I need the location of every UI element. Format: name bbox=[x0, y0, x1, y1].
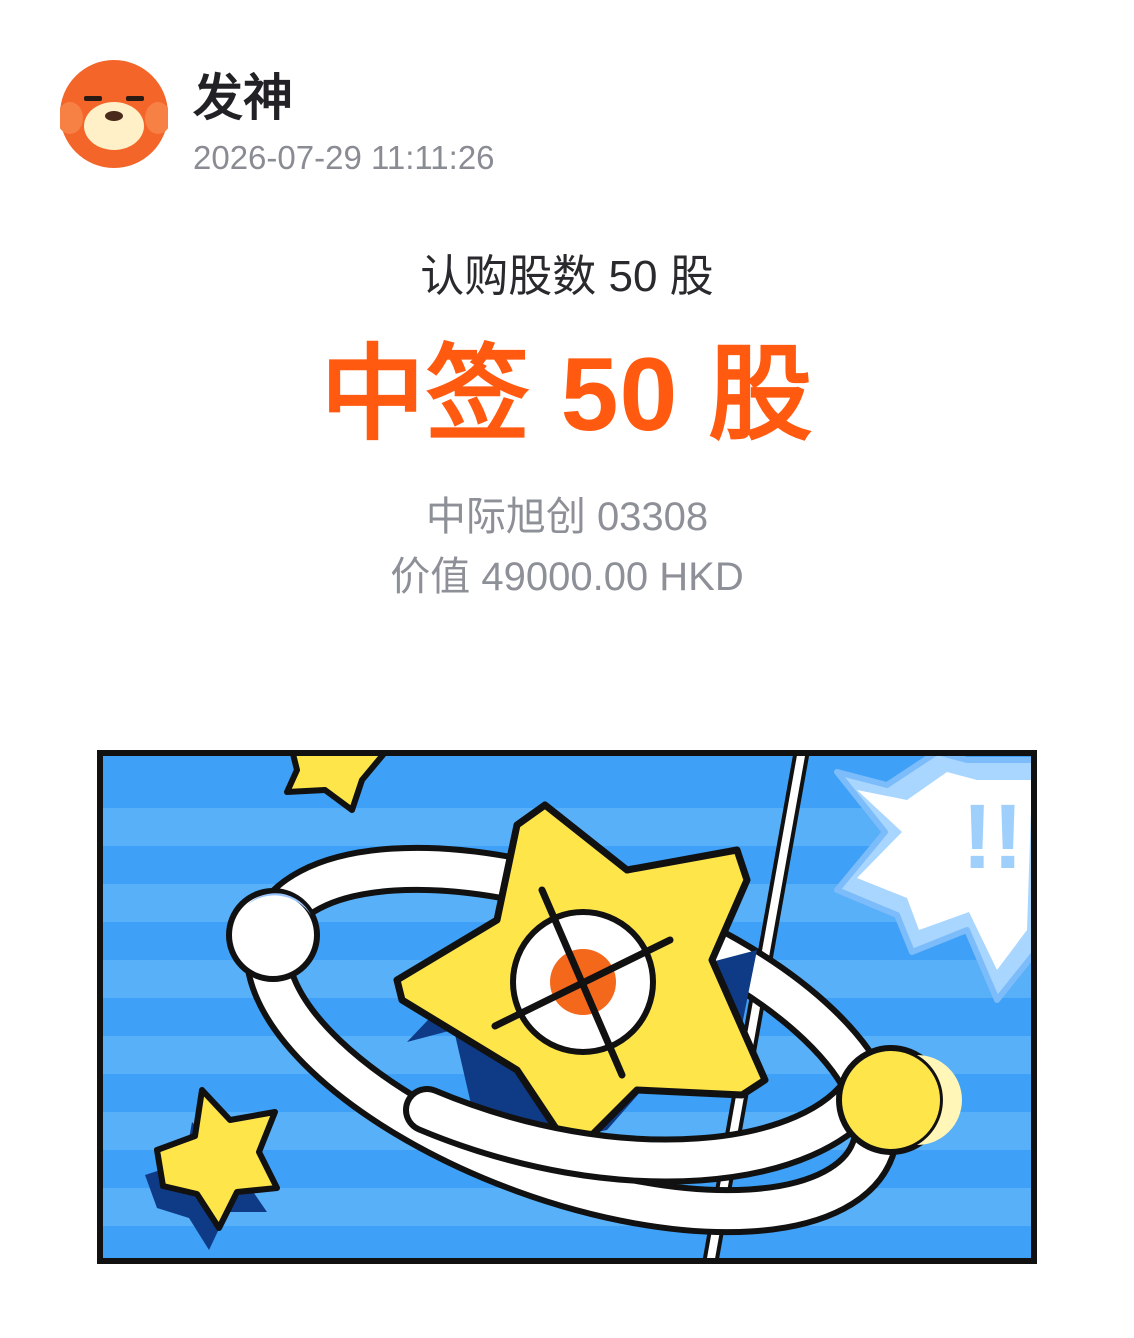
celebration-banner: !! bbox=[97, 750, 1037, 1264]
moon-left bbox=[226, 888, 320, 982]
subscribed-shares-text: 认购股数 50 股 bbox=[420, 252, 714, 301]
author-name[interactable]: 发神 bbox=[193, 64, 293, 132]
post-header: 发神 2026-07-29 11:11:26 bbox=[60, 60, 760, 176]
allotment-value: 价值 49000.00 HKD bbox=[390, 555, 744, 599]
star-planet-illustration: !! bbox=[97, 750, 1037, 1264]
user-avatar[interactable] bbox=[60, 60, 168, 168]
stock-name-code: 中际旭创 03308 bbox=[425, 495, 709, 539]
post-timestamp: 2026-07-29 11:11:26 bbox=[193, 139, 495, 176]
exclaim-mark: !! bbox=[962, 786, 1023, 888]
allotted-shares-text: 中签 50 股 bbox=[320, 337, 814, 453]
